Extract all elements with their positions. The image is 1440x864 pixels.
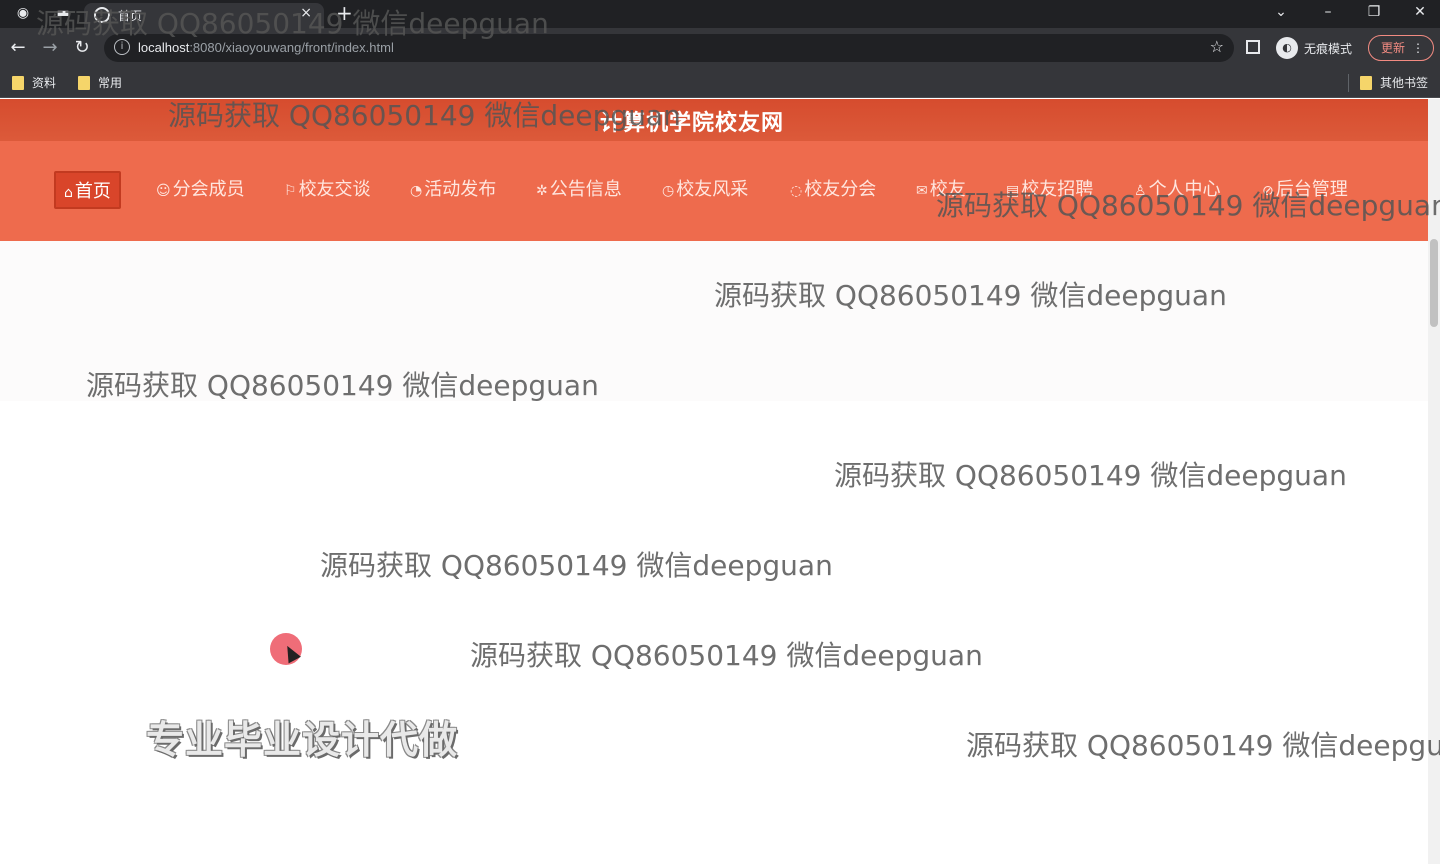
other-bookmarks-label: 其他书签 (1380, 76, 1429, 90)
new-tab-button[interactable]: + (336, 2, 353, 24)
url-text[interactable]: localhost:8080/xiaoyouwang/front/index.h… (138, 40, 394, 55)
clock-icon: ◷ (662, 183, 675, 199)
group-icon: ◌ (790, 183, 803, 199)
forward-button[interactable]: → (38, 36, 62, 60)
mail-icon: ✉ (916, 183, 928, 199)
update-button[interactable]: 更新 ⋮ (1368, 35, 1434, 61)
main-nav: ⌂ 首页 ☺ 分会成员 ⚐ 校友交谈 ◔ 活动发布 ✲ 公告信息 ◷ 校友风采 ◌ 校友分会 … (0, 141, 1428, 241)
bookmarks-bar: 资料 常用 其他书签 (0, 68, 1440, 98)
nav-label: 校友分会 (804, 179, 877, 200)
nav-label: 分会成员 (172, 179, 245, 200)
nav-recruit[interactable]: ▤ 校友招聘 (998, 171, 1101, 209)
incognito-icon: ◐ (1276, 37, 1298, 59)
bookmark-folder-changyong[interactable]: 常用 (78, 74, 122, 91)
more-menu-icon[interactable]: ⋮ (1412, 36, 1424, 60)
link-icon: ⊘ (1262, 183, 1274, 199)
page-scrollbar[interactable] (1428, 99, 1440, 864)
nav-label: 校友 (929, 179, 966, 200)
side-panel-icon[interactable] (1246, 40, 1260, 54)
nav-profile[interactable]: ♙ 个人中心 (1126, 171, 1229, 209)
page-content: 计算机学院校友网 ⌂ 首页 ☺ 分会成员 ⚐ 校友交谈 ◔ 活动发布 ✲ 公告信息 ◷ 校友… (0, 99, 1428, 864)
browser-toolbar: ← → ↻ i localhost:8080/xiaoyouwang/front… (0, 28, 1440, 68)
bookmark-star-icon[interactable]: ☆ (1210, 37, 1224, 56)
briefcase-icon: ▤ (1006, 183, 1020, 199)
user-icon: ♙ (1134, 183, 1147, 199)
content-area (0, 241, 1428, 401)
folder-icon (78, 75, 90, 90)
nav-label: 首页 (74, 181, 111, 202)
browser-tab[interactable]: 首页 × (84, 3, 324, 28)
site-info-icon[interactable]: i (114, 39, 130, 55)
tab-list-icon[interactable]: ⌄ (1266, 2, 1296, 22)
reload-button[interactable]: ↻ (70, 36, 94, 60)
nav-label: 校友风采 (676, 179, 749, 200)
incognito-indicator[interactable]: ◐ 无痕模式 (1276, 36, 1352, 60)
bookmark-label: 资料 (32, 76, 57, 90)
scrollbar-thumb[interactable] (1430, 239, 1438, 327)
nav-admin[interactable]: ⊘ 后台管理 (1254, 171, 1356, 209)
bell-icon: ✲ (536, 183, 548, 199)
minimize-button[interactable]: – (1313, 2, 1343, 22)
globe-icon (94, 7, 110, 23)
address-bar[interactable]: i localhost:8080/xiaoyouwang/front/index… (104, 34, 1234, 62)
bookmarks-divider (1348, 74, 1349, 92)
browser-menu-icon[interactable]: ◉ (14, 4, 32, 22)
nav-branches[interactable]: ◌ 校友分会 (782, 171, 884, 209)
tab-title: 首页 (118, 9, 143, 23)
bookmark-folder-ziliao[interactable]: 资料 (12, 74, 56, 91)
nav-notices[interactable]: ✲ 公告信息 (528, 171, 630, 209)
nav-showcase[interactable]: ◷ 校友风采 (654, 171, 756, 209)
other-bookmarks[interactable]: 其他书签 (1360, 74, 1428, 91)
site-title: 计算机学院校友网 (600, 111, 785, 136)
close-tab-icon[interactable]: × (300, 5, 312, 21)
nav-alumni[interactable]: ✉ 校友 (908, 171, 974, 209)
url-path: :8080/xiaoyouwang/front/index.html (189, 40, 394, 55)
nav-home[interactable]: ⌂ 首页 (54, 171, 121, 209)
nav-label: 活动发布 (424, 179, 497, 200)
users-icon: ☺ (156, 183, 171, 199)
incognito-label: 无痕模式 (1304, 41, 1353, 56)
bookmark-label: 常用 (98, 76, 123, 90)
folder-icon (1360, 75, 1372, 90)
close-window-button[interactable]: ✕ (1405, 2, 1435, 22)
nav-label: 公告信息 (549, 179, 622, 200)
nav-label: 后台管理 (1275, 179, 1348, 200)
nav-chat[interactable]: ⚐ 校友交谈 (276, 171, 379, 209)
nav-activities[interactable]: ◔ 活动发布 (402, 171, 504, 209)
folder-icon (12, 75, 24, 90)
restore-button[interactable]: ❐ (1359, 2, 1389, 22)
nav-members[interactable]: ☺ 分会成员 (148, 171, 253, 209)
nav-label: 校友招聘 (1021, 179, 1094, 200)
back-button[interactable]: ← (6, 36, 30, 60)
site-header: 计算机学院校友网 (0, 99, 1428, 141)
tab-search-icon[interactable]: ▬ (54, 4, 72, 22)
activity-icon: ◔ (410, 183, 423, 199)
home-icon: ⌂ (64, 185, 73, 201)
update-label: 更新 (1381, 41, 1406, 55)
flag-icon: ⚐ (284, 183, 297, 199)
nav-label: 个人中心 (1148, 179, 1221, 200)
nav-label: 校友交谈 (298, 179, 371, 200)
url-host: localhost (138, 40, 190, 55)
browser-tab-strip: ◉ ▬ 首页 × + ⌄ – ❐ ✕ (0, 0, 1440, 28)
slogan-text: 专业毕业设计代做 (146, 718, 459, 762)
